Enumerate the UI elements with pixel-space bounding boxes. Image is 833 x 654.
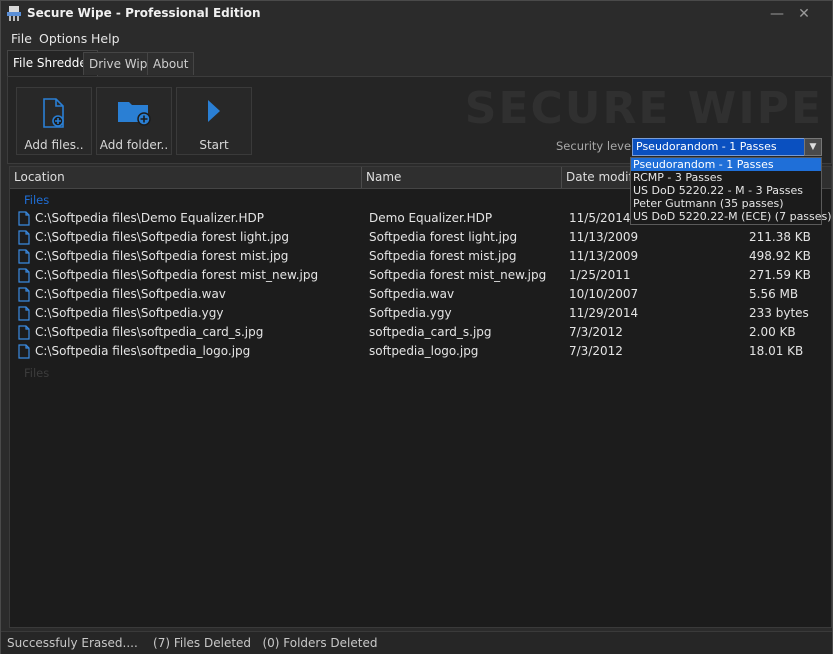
cell-name: Softpedia forest mist.jpg	[369, 249, 517, 263]
cell-location: C:\Softpedia files\Softpedia forest mist…	[35, 249, 289, 263]
status-bar: Successfuly Erased.... (7) Files Deleted…	[1, 631, 832, 654]
cell-date: 11/29/2014	[569, 306, 639, 320]
app-icon	[7, 6, 21, 21]
cell-name: softpedia_card_s.jpg	[369, 325, 492, 339]
cell-date: 11/13/2009	[569, 230, 639, 244]
column-name[interactable]: Name	[362, 167, 562, 188]
table-row[interactable]: C:\Softpedia files\Softpedia forest mist…	[10, 248, 831, 267]
file-icon	[18, 287, 30, 302]
table-row[interactable]: C:\Softpedia files\Softpedia forest ligh…	[10, 229, 831, 248]
cell-name: Softpedia forest light.jpg	[369, 230, 518, 244]
security-level-dropdown: Pseudorandom - 1 Passes RCMP - 3 Passes …	[630, 157, 832, 225]
cell-name: Softpedia.ygy	[369, 306, 452, 320]
cell-name: Demo Equalizer.HDP	[369, 211, 493, 225]
menu-help[interactable]: Help	[91, 31, 120, 46]
file-icon	[18, 344, 30, 359]
tab-about[interactable]: About	[147, 52, 195, 75]
add-folder-label: Add folder..	[99, 138, 169, 152]
minimize-icon: —	[770, 6, 784, 22]
cell-name: Softpedia forest mist_new.jpg	[369, 268, 547, 282]
file-icon	[18, 211, 30, 226]
table-row[interactable]: C:\Softpedia files\Softpedia forest mist…	[10, 267, 831, 286]
cell-date: 11/5/2014	[569, 211, 631, 225]
menu-options[interactable]: Options	[39, 31, 87, 46]
file-icon	[18, 306, 30, 321]
cell-location: C:\Softpedia files\Demo Equalizer.HDP	[35, 211, 264, 225]
cell-location: C:\Softpedia files\softpedia_card_s.jpg	[35, 325, 264, 339]
group-label-files-footer[interactable]: Files	[24, 366, 49, 380]
cell-location: C:\Softpedia files\Softpedia forest ligh…	[35, 230, 289, 244]
cell-date: 7/3/2012	[569, 344, 623, 358]
dropdown-arrow-icon[interactable]: ▼	[804, 138, 822, 156]
file-icon	[18, 230, 30, 245]
table-row[interactable]: C:\Softpedia files\Softpedia.ygy Softped…	[10, 305, 831, 324]
file-icon	[18, 325, 30, 340]
add-folder-icon	[118, 102, 151, 126]
cell-location: C:\Softpedia files\Softpedia.ygy	[35, 306, 224, 320]
security-option[interactable]: Peter Gutmann (35 passes)	[631, 197, 821, 210]
window-title: Secure Wipe - Professional Edition	[27, 6, 261, 20]
security-level-value: Pseudorandom - 1 Passes	[636, 140, 777, 153]
cell-size: 498.92 KB	[749, 249, 811, 263]
table-row[interactable]: C:\Softpedia files\Softpedia.wav Softped…	[10, 286, 831, 305]
add-files-label: Add files..	[24, 138, 84, 152]
file-icon	[18, 268, 30, 283]
security-option[interactable]: US DoD 5220.22-M (ECE) (7 passes)	[631, 210, 832, 223]
menu-file[interactable]: File	[11, 31, 32, 46]
cell-size: 18.01 KB	[749, 344, 804, 358]
start-label: Start	[199, 138, 229, 152]
cell-location: C:\Softpedia files\softpedia_logo.jpg	[35, 344, 251, 358]
cell-size: 271.59 KB	[749, 268, 811, 282]
cell-date: 7/3/2012	[569, 325, 623, 339]
security-option[interactable]: Pseudorandom - 1 Passes	[631, 158, 821, 171]
title-bar[interactable]: Secure Wipe - Professional Edition — ✕	[1, 1, 832, 27]
close-button[interactable]: ✕	[794, 5, 814, 23]
security-option[interactable]: US DoD 5220.22 - M - 3 Passes	[631, 184, 821, 197]
cell-size: 211.38 KB	[749, 230, 811, 244]
cell-size: 2.00 KB	[749, 325, 796, 339]
close-icon: ✕	[798, 6, 810, 22]
add-folder-button[interactable]: Add folder..	[96, 87, 172, 155]
group-label-files[interactable]: Files	[24, 193, 49, 207]
add-file-icon	[43, 98, 64, 128]
table-row[interactable]: C:\Softpedia files\softpedia_logo.jpg so…	[10, 343, 831, 362]
cell-location: C:\Softpedia files\Softpedia forest mist…	[35, 268, 319, 282]
security-level-label: Security level:	[556, 139, 639, 153]
table-row[interactable]: C:\Softpedia files\softpedia_card_s.jpg …	[10, 324, 831, 343]
cell-date: 11/13/2009	[569, 249, 639, 263]
file-list[interactable]: Location Name Date modified Files C:\Sof…	[9, 166, 832, 628]
cell-location: C:\Softpedia files\Softpedia.wav	[35, 287, 226, 301]
add-files-button[interactable]: Add files..	[16, 87, 92, 155]
status-text: Successfuly Erased.... (7) Files Deleted…	[7, 636, 378, 650]
cell-name: softpedia_logo.jpg	[369, 344, 479, 358]
minimize-button[interactable]: —	[767, 5, 787, 23]
watermark-logo: SECURE WIPE	[464, 83, 823, 134]
cell-size: 5.56 MB	[749, 287, 799, 301]
cell-date: 1/25/2011	[569, 268, 631, 282]
play-icon	[208, 100, 220, 122]
security-option[interactable]: RCMP - 3 Passes	[631, 171, 821, 184]
menu-bar: File Options Help	[1, 28, 832, 48]
toolbar: SECURE WIPE Add files.. Add folder.. Sta	[7, 76, 832, 164]
file-icon	[18, 249, 30, 264]
app-window: Secure Wipe - Professional Edition — ✕ F…	[0, 0, 833, 654]
cell-date: 10/10/2007	[569, 287, 639, 301]
security-level-select[interactable]: Pseudorandom - 1 Passes ▼	[632, 138, 822, 156]
tab-bar: File Shredder Drive Wipe About	[1, 50, 832, 76]
cell-name: Softpedia.wav	[369, 287, 455, 301]
column-location[interactable]: Location	[10, 167, 362, 188]
cell-size: 233 bytes	[749, 306, 809, 320]
start-button[interactable]: Start	[176, 87, 252, 155]
